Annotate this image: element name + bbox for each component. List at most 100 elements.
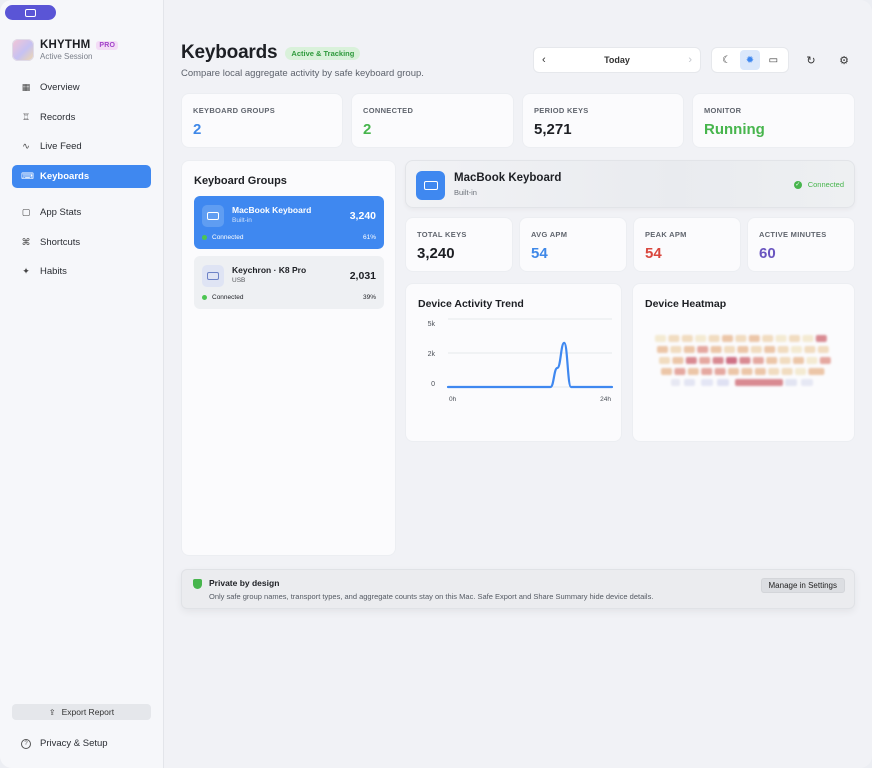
heatmap-key (655, 335, 666, 342)
window-mode-pill[interactable] (5, 5, 56, 20)
heatmap-key (793, 357, 804, 364)
page-title: Keyboards (181, 42, 278, 63)
privacy-title: Private by design (209, 578, 280, 588)
app-logo (12, 39, 34, 61)
brand-name-text: KHYTHM (40, 39, 91, 51)
date-navigator: ‹ Today › (533, 47, 701, 73)
heatmap-key (710, 346, 722, 353)
trend-series-line (446, 341, 614, 389)
stat-label: MONITOR (704, 106, 742, 115)
x-tick-label: 0h (449, 396, 457, 403)
group-status: Connected (202, 294, 243, 301)
monitor-icon[interactable]: ▭ (763, 50, 783, 70)
sidebar-item-label: Shortcuts (40, 236, 81, 248)
sparkle-icon: ✦ (22, 266, 30, 276)
metric-value: 3,240 (417, 245, 455, 262)
heatmap-key (722, 335, 733, 342)
keyboard-groups-panel: Keyboard Groups MacBook Keyboard Built-i… (181, 160, 396, 556)
sidebar-item-app-stats[interactable]: ▢ App Stats (12, 201, 151, 224)
device-type: Built-in (454, 188, 477, 197)
sidebar-item-records[interactable]: ♖ Records (12, 106, 151, 129)
chevron-left-icon[interactable]: ‹ (542, 54, 546, 66)
device-status-text: Connected (807, 180, 844, 189)
gear-icon[interactable]: ⚙ (836, 52, 852, 68)
stat-label: KEYBOARD GROUPS (193, 106, 276, 115)
keyboard-group-keychron[interactable]: Keychron · K8 Pro USB 2,031 Connected 39… (194, 256, 384, 309)
heatmap-key (701, 368, 713, 375)
y-tick-label: 5k (428, 321, 436, 328)
manage-settings-button[interactable]: Manage in Settings (760, 578, 845, 593)
sidebar-item-overview[interactable]: ▦ Overview (12, 76, 151, 99)
stat-card-period-keys: PERIOD KEYS 5,271 (522, 93, 684, 148)
moon-icon[interactable]: ☾ (717, 50, 737, 70)
page-header: Keyboards Active & Tracking (181, 42, 361, 64)
heatmap-key (795, 368, 806, 375)
heatmap-key (806, 357, 818, 364)
sidebar-item-label: Keyboards (40, 170, 90, 182)
group-share-percent: 61% (362, 234, 376, 241)
status-dot-icon (202, 235, 207, 240)
privacy-setup-link[interactable]: ? Privacy & Setup (21, 738, 108, 749)
heatmap-key (685, 357, 697, 364)
heatmap-key (779, 357, 791, 364)
metric-label: AVG APM (531, 230, 568, 239)
sidebar-item-label: Habits (40, 266, 67, 277)
heatmap-key (724, 346, 735, 353)
sidebar-item-keyboards[interactable]: ⌨ Keyboards (12, 164, 151, 188)
heatmap-key (762, 335, 774, 342)
stat-value: 2 (363, 121, 372, 138)
page-subtitle: Compare local aggregate activity by safe… (181, 68, 424, 79)
date-range-label[interactable]: Today (604, 55, 630, 65)
export-icon: ⇪ (48, 707, 56, 717)
stat-label: PERIOD KEYS (534, 106, 589, 115)
laptop-icon (416, 171, 445, 200)
stat-label: CONNECTED (363, 106, 414, 115)
stat-card-monitor: MONITOR Running (692, 93, 855, 148)
chevron-right-icon[interactable]: › (688, 54, 692, 66)
sidebar-item-habits[interactable]: ✦ Habits (12, 260, 151, 283)
group-type: USB (232, 277, 246, 284)
trend-chart: 5k 2k 0 0h 24h (428, 318, 614, 403)
privacy-banner: Private by design Only safe group names,… (181, 569, 855, 609)
sidebar-item-shortcuts[interactable]: ⌘ Shortcuts (12, 231, 151, 254)
heatmap-key (661, 368, 672, 375)
grid-icon: ▦ (21, 82, 31, 92)
sidebar-item-label: Records (40, 111, 76, 123)
device-heatmap-panel: Device Heatmap (632, 283, 855, 442)
group-status: Connected (202, 234, 243, 241)
sidebar-item-live-feed[interactable]: ∿ Live Feed (12, 135, 151, 158)
heatmap-key (789, 335, 800, 342)
display-icon (25, 8, 36, 17)
refresh-icon[interactable]: ↻ (803, 52, 819, 68)
stat-value: 2 (193, 121, 202, 138)
y-tick-label: 0 (431, 381, 435, 388)
heatmap-key (785, 379, 797, 386)
heatmap-key (781, 368, 793, 375)
stat-value: Running (704, 121, 765, 138)
keyboard-icon (202, 265, 224, 287)
primary-nav: ▦ Overview ♖ Records ∿ Live Feed ⌨ Keybo… (12, 76, 151, 194)
heatmap-key (764, 346, 776, 353)
sun-icon[interactable]: ✹ (739, 50, 760, 70)
export-report-button[interactable]: ⇪ Export Report (12, 704, 151, 720)
group-name: Keychron · K8 Pro (232, 265, 307, 275)
status-dot-icon (202, 295, 207, 300)
metric-card-total-keys: TOTAL KEYS 3,240 (405, 217, 513, 272)
sidebar-item-label: App Stats (40, 207, 82, 218)
stat-value: 5,271 (534, 121, 572, 138)
heatmap-key (748, 335, 760, 342)
heatmap-key (681, 335, 693, 342)
heatmap-key (668, 335, 680, 342)
x-tick-label: 24h (600, 396, 611, 403)
group-key-count: 2,031 (349, 270, 376, 282)
group-share-percent: 39% (362, 294, 376, 301)
heatmap-key (801, 379, 813, 386)
keyboard-group-macbook[interactable]: MacBook Keyboard Built-in 3,240 Connecte… (194, 196, 384, 249)
device-status: ✓ Connected (793, 180, 844, 189)
selected-device-header: MacBook Keyboard Built-in ✓ Connected (405, 160, 855, 208)
keyboard-groups-title: Keyboard Groups (194, 175, 287, 187)
heatmap-key (808, 368, 825, 375)
heatmap-key (699, 357, 711, 364)
trophy-icon: ♖ (21, 111, 31, 122)
command-icon: ⌘ (21, 236, 31, 247)
